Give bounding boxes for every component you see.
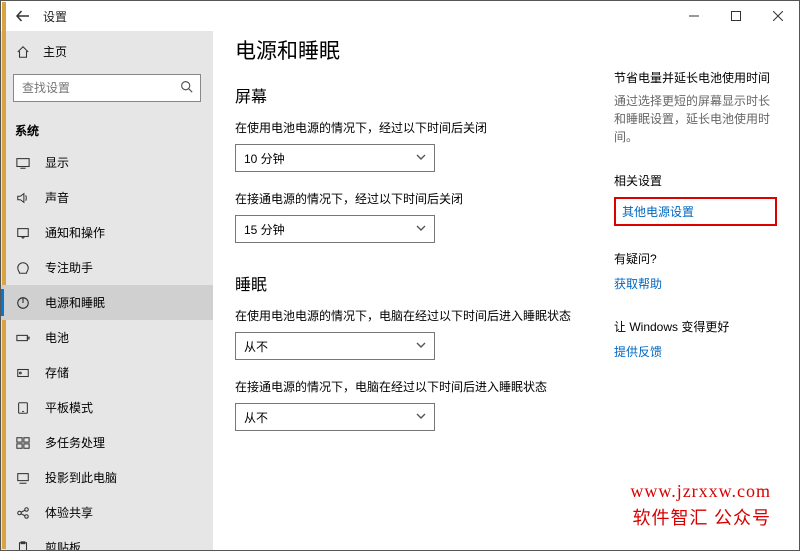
power-tip-body: 通过选择更短的屏幕显示时长和睡眠设置，延长电池使用时间。 (614, 92, 777, 146)
project-icon (15, 470, 31, 486)
chevron-down-icon (416, 151, 426, 165)
sidebar-item-label: 专注助手 (45, 259, 93, 276)
sidebar-item-display[interactable]: 显示 (1, 145, 213, 180)
notifications-icon (15, 225, 31, 241)
section-sleep-title: 睡眠 (235, 271, 602, 295)
sidebar-item-label: 通知和操作 (45, 224, 105, 241)
sleep-plugged-label: 在接通电源的情况下，电脑在经过以下时间后进入睡眠状态 (235, 378, 602, 395)
improve-title: 让 Windows 变得更好 (614, 318, 777, 335)
sidebar-item-label: 声音 (45, 189, 69, 206)
sidebar-item-multitask[interactable]: 多任务处理 (1, 425, 213, 460)
clipboard-icon (15, 540, 31, 551)
sleep-plugged-select[interactable]: 从不 (235, 403, 435, 431)
sidebar-item-shared[interactable]: 体验共享 (1, 495, 213, 530)
sleep-plugged-value: 从不 (244, 409, 268, 426)
sleep-battery-select[interactable]: 从不 (235, 332, 435, 360)
close-button[interactable] (757, 1, 799, 31)
sleep-battery-label: 在使用电池电源的情况下，电脑在经过以下时间后进入睡眠状态 (235, 307, 602, 324)
sidebar-item-label: 显示 (45, 154, 69, 171)
sidebar-item-notifications[interactable]: 通知和操作 (1, 215, 213, 250)
sidebar-item-clipboard[interactable]: 剪贴板 (1, 530, 213, 550)
screen-plugged-label: 在接通电源的情况下，经过以下时间后关闭 (235, 190, 602, 207)
screen-plugged-value: 15 分钟 (244, 221, 285, 238)
sidebar-item-sound[interactable]: 声音 (1, 180, 213, 215)
power-tip-title: 节省电量并延长电池使用时间 (614, 69, 777, 86)
sidebar-category: 系统 (1, 112, 213, 145)
storage-icon (15, 365, 31, 381)
sidebar-home[interactable]: 主页 (1, 35, 213, 68)
sidebar-item-project[interactable]: 投影到此电脑 (1, 460, 213, 495)
sidebar-item-power-sleep[interactable]: 电源和睡眠 (1, 285, 213, 320)
sidebar: 主页 系统 显示 声音 通知和操作 专注助手 (1, 31, 213, 550)
title-bar: 设置 (1, 1, 799, 31)
app-title: 设置 (43, 8, 67, 25)
power-icon (15, 295, 31, 311)
help-title: 有疑问? (614, 250, 777, 267)
search-input[interactable] (13, 74, 201, 102)
sidebar-item-label: 多任务处理 (45, 434, 105, 451)
sidebar-item-label: 存储 (45, 364, 69, 381)
sidebar-item-battery[interactable]: 电池 (1, 320, 213, 355)
screen-plugged-select[interactable]: 15 分钟 (235, 215, 435, 243)
sidebar-item-label: 剪贴板 (45, 539, 81, 550)
page-title: 电源和睡眠 (235, 35, 602, 65)
tablet-icon (15, 400, 31, 416)
sidebar-item-label: 投影到此电脑 (45, 469, 117, 486)
sidebar-item-tablet[interactable]: 平板模式 (1, 390, 213, 425)
chevron-down-icon (416, 222, 426, 236)
sound-icon (15, 190, 31, 206)
sidebar-item-label: 平板模式 (45, 399, 93, 416)
focus-icon (15, 260, 31, 276)
search-icon (180, 80, 193, 96)
other-power-settings-link[interactable]: 其他电源设置 (614, 197, 777, 226)
maximize-button[interactable] (715, 1, 757, 31)
sidebar-item-label: 电池 (45, 329, 69, 346)
screen-battery-select[interactable]: 10 分钟 (235, 144, 435, 172)
share-icon (15, 505, 31, 521)
sidebar-item-focus[interactable]: 专注助手 (1, 250, 213, 285)
chevron-down-icon (416, 410, 426, 424)
related-panel: 节省电量并延长电池使用时间 通过选择更短的屏幕显示时长和睡眠设置，延长电池使用时… (602, 33, 777, 550)
back-icon[interactable] (15, 8, 31, 24)
screen-battery-value: 10 分钟 (244, 150, 285, 167)
sidebar-item-storage[interactable]: 存储 (1, 355, 213, 390)
minimize-button[interactable] (673, 1, 715, 31)
chevron-down-icon (416, 339, 426, 353)
related-settings-title: 相关设置 (614, 172, 777, 189)
screen-battery-label: 在使用电池电源的情况下，经过以下时间后关闭 (235, 119, 602, 136)
multitask-icon (15, 435, 31, 451)
section-screen-title: 屏幕 (235, 83, 602, 107)
sleep-battery-value: 从不 (244, 338, 268, 355)
give-feedback-link[interactable]: 提供反馈 (614, 343, 777, 360)
sidebar-item-label: 体验共享 (45, 504, 93, 521)
get-help-link[interactable]: 获取帮助 (614, 275, 777, 292)
sidebar-item-label: 电源和睡眠 (45, 294, 105, 311)
display-icon (15, 155, 31, 171)
content-pane: 电源和睡眠 屏幕 在使用电池电源的情况下，经过以下时间后关闭 10 分钟 在接通… (235, 33, 602, 550)
battery-icon (15, 330, 31, 346)
home-icon (15, 44, 31, 60)
sidebar-home-label: 主页 (43, 43, 67, 60)
